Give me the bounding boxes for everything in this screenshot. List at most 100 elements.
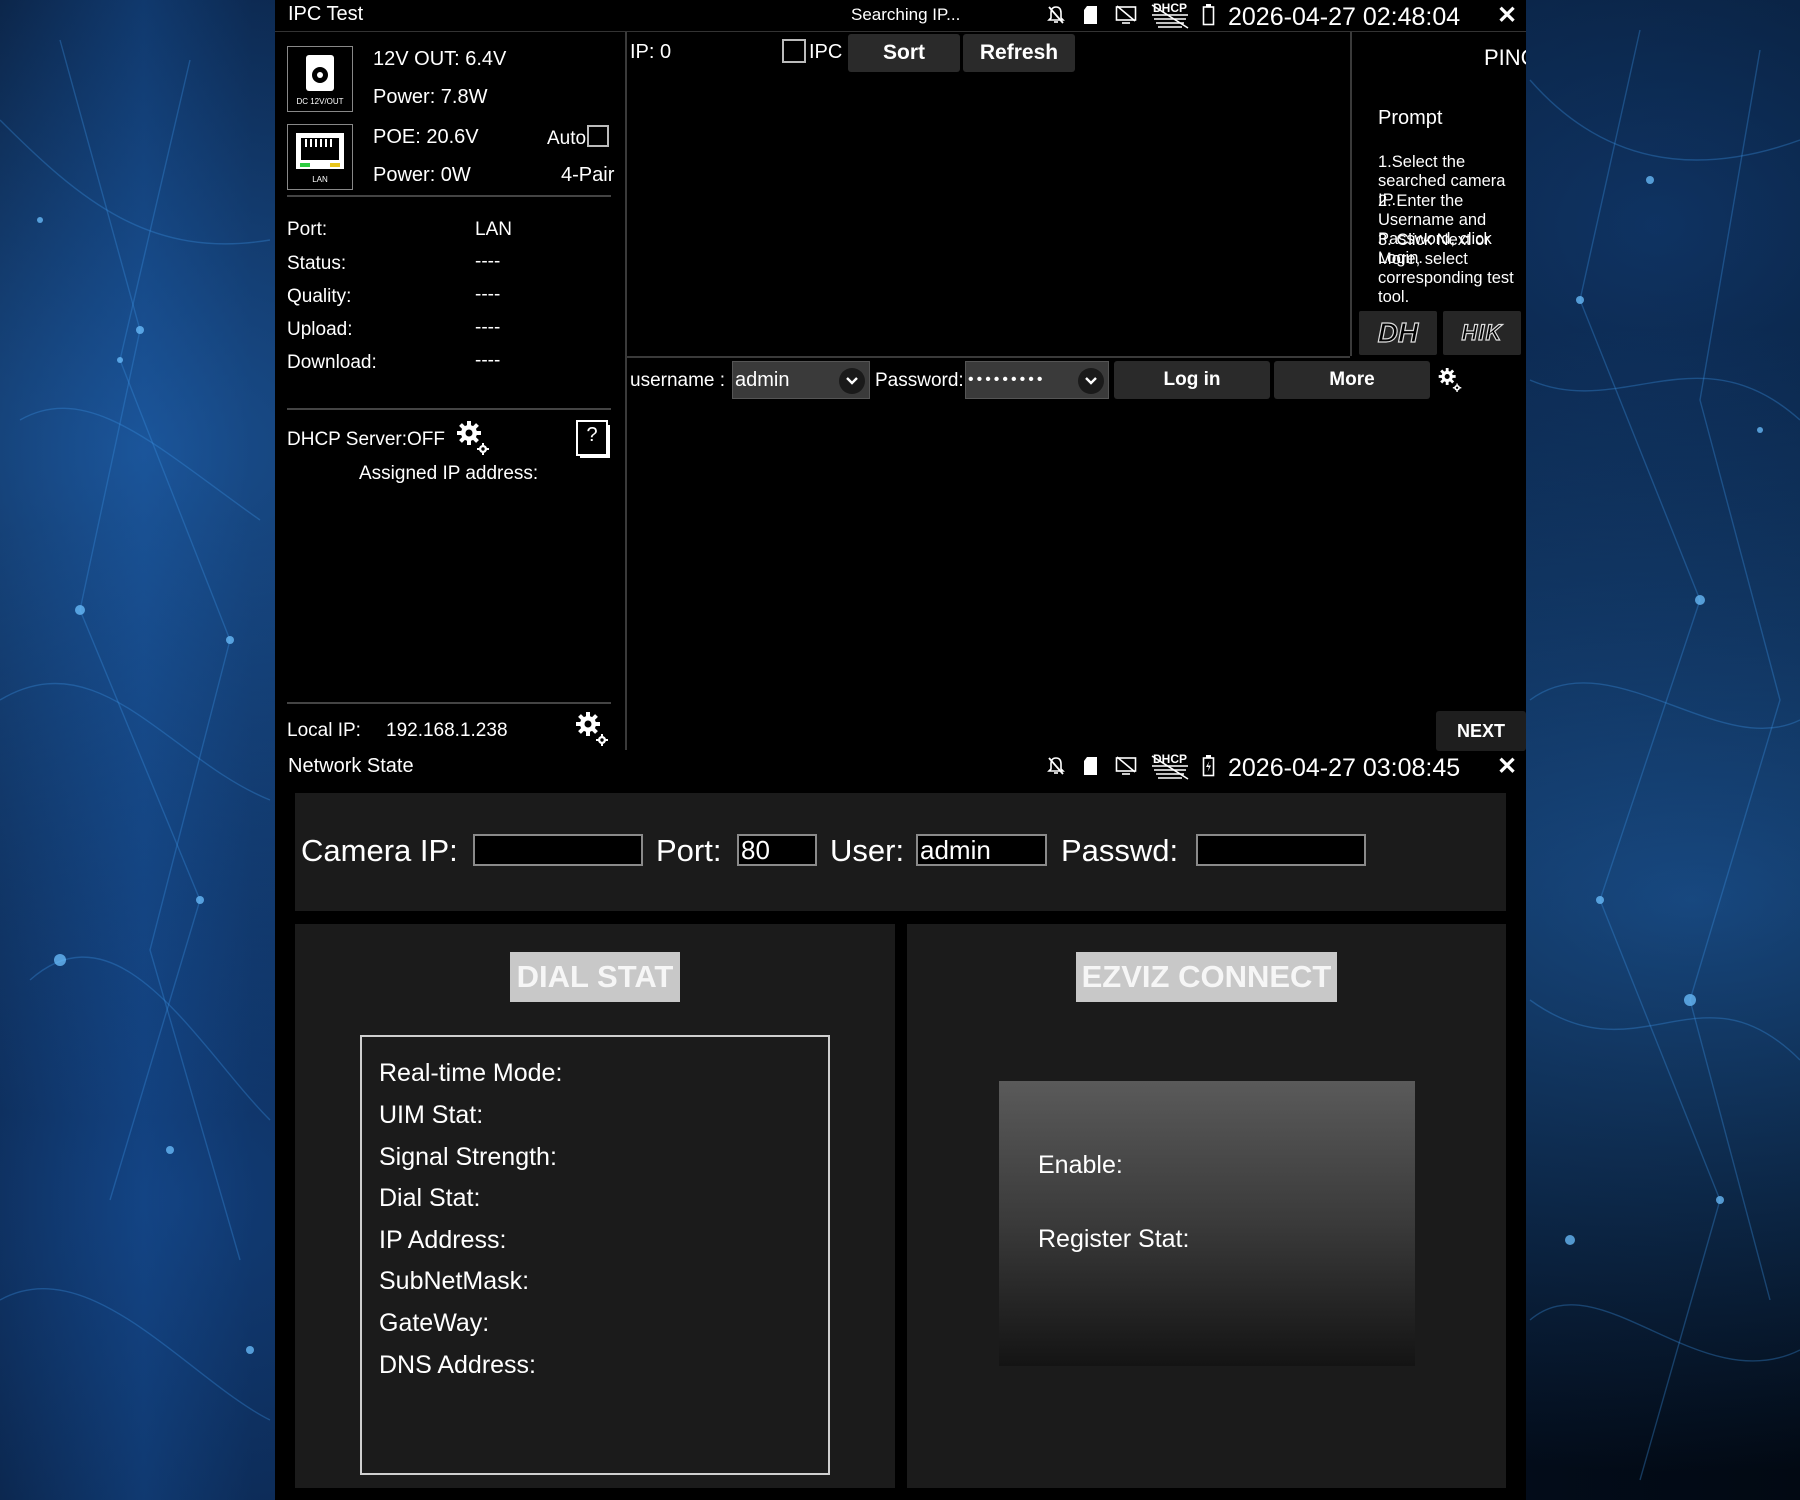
status-datetime: 2026-04-27 02:48:04 <box>1228 3 1461 31</box>
ip-count: IP: 0 <box>630 41 672 63</box>
ip-list[interactable] <box>627 76 1350 354</box>
dahua-logo-text: DH <box>1377 316 1419 348</box>
poe-voltage-value: POE: 20.6V <box>373 126 479 148</box>
help-glyph: ? <box>586 424 598 446</box>
dial-stat-box: Real-time Mode: UIM Stat: Signal Strengt… <box>360 1035 830 1475</box>
prompt-line: 3. Click Next or More, select correspond… <box>1378 231 1514 306</box>
ping-label: PING <box>1484 45 1526 70</box>
auto-checkbox[interactable] <box>587 125 609 147</box>
next-button[interactable]: NEXT <box>1436 711 1526 751</box>
camera-ip-input[interactable] <box>473 834 643 866</box>
poe-power-value: Power: 0W <box>373 164 471 186</box>
dc-icon-caption: DC 12V/OUT <box>296 97 344 106</box>
window-title: IPC Test <box>288 3 364 25</box>
divider <box>287 408 611 410</box>
ezviz-connect-button[interactable]: EZVIZ CONNECT <box>1076 952 1337 1002</box>
close-icon[interactable]: ✕ <box>1497 1 1517 30</box>
port-label: Port: <box>656 833 722 868</box>
download-label: Download: <box>287 352 377 373</box>
passwd-input[interactable] <box>1196 834 1366 866</box>
screen-off-icon <box>1115 4 1137 26</box>
passwd-label: Passwd: <box>1061 833 1179 868</box>
close-icon[interactable]: ✕ <box>1497 752 1517 781</box>
status-label: Status: <box>287 253 347 274</box>
dc-out-icon: DC 12V/OUT <box>287 46 353 112</box>
ezviz-panel: EZVIZ CONNECT Enable: Register Stat: <box>907 924 1506 1488</box>
status-value: ---- <box>475 251 501 272</box>
dial-stat-button[interactable]: DIAL STAT <box>510 952 680 1002</box>
battery-icon <box>1200 4 1216 26</box>
prompt-title: Prompt <box>1378 107 1443 129</box>
hikvision-brand-button[interactable]: HIK <box>1443 311 1521 355</box>
download-value: ---- <box>475 350 501 371</box>
app-screen: IPC Test Searching IP... DHCP 2026-04-27… <box>275 0 1526 1500</box>
dhcp-icon: DHCP <box>1148 1 1192 29</box>
12v-out-value: 12V OUT: 6.4V <box>373 48 507 70</box>
port-value: LAN <box>475 219 512 240</box>
real-time-mode-label: Real-time Mode: <box>379 1059 563 1087</box>
chevron-down-icon[interactable] <box>1078 368 1104 394</box>
refresh-button[interactable]: Refresh <box>963 34 1075 72</box>
hik-logo-text: HIK <box>1461 319 1503 345</box>
screen-off-icon <box>1115 755 1137 777</box>
ip-list-panel: IP: 0 IPC Sort Refresh <box>627 32 1350 358</box>
network-state-title: Network State <box>288 755 414 777</box>
auto-label: Auto <box>547 128 587 149</box>
chevron-down-icon[interactable] <box>839 368 865 394</box>
ipc-test-title-bar: IPC Test Searching IP... DHCP 2026-04-27… <box>275 0 1526 32</box>
12v-power-value: Power: 7.8W <box>373 86 488 108</box>
gateway-label: GateWay: <box>379 1309 490 1337</box>
login-settings-gear-icon[interactable] <box>1438 367 1462 398</box>
dhcp-server-status: DHCP Server:OFF <box>287 429 446 450</box>
username-combobox[interactable]: admin <box>732 361 870 399</box>
signal-strength-label: Signal Strength: <box>379 1143 557 1171</box>
divider <box>287 702 611 704</box>
ezviz-register-stat-label: Register Stat: <box>1038 1225 1190 1253</box>
quality-value: ---- <box>475 284 501 305</box>
ipc-filter-checkbox[interactable] <box>782 39 806 63</box>
quality-label: Quality: <box>287 286 352 307</box>
divider <box>287 195 611 197</box>
status-datetime: 2026-04-27 03:08:45 <box>1228 754 1461 782</box>
password-label: Password: <box>875 370 964 391</box>
local-ip-settings-gear-icon[interactable] <box>575 711 609 752</box>
user-input[interactable] <box>916 834 1047 866</box>
more-tools-button[interactable]: More <box>1274 361 1430 399</box>
local-ip-value: 192.168.1.238 <box>386 720 508 741</box>
password-value: ••••••••• <box>968 371 1046 388</box>
sd-card-icon <box>1080 755 1100 777</box>
dhcp-icon: DHCP <box>1148 752 1192 780</box>
uim-stat-label: UIM Stat: <box>379 1101 484 1129</box>
help-book-icon[interactable]: ? <box>575 419 611 459</box>
dns-address-label: DNS Address: <box>379 1351 537 1379</box>
power-port-panel: DC 12V/OUT 12V OUT: 6.4V Power: 7.8W LAN… <box>275 32 627 750</box>
camera-login-panel: Camera IP: Port: User: Passwd: <box>295 793 1506 911</box>
subnet-mask-label: SubNetMask: <box>379 1267 530 1295</box>
ezviz-status-box: Enable: Register Stat: <box>999 1081 1415 1366</box>
upload-label: Upload: <box>287 319 353 340</box>
port-input[interactable] <box>737 834 817 866</box>
ip-address-label: IP Address: <box>379 1226 507 1254</box>
dhcp-settings-gear-icon[interactable] <box>456 420 490 461</box>
battery-charging-icon <box>1200 755 1216 777</box>
port-label: Port: <box>287 219 328 240</box>
lan-icon-caption: LAN <box>312 175 328 184</box>
assigned-ip-label: Assigned IP address: <box>359 463 539 484</box>
user-label: User: <box>830 833 905 868</box>
sort-button[interactable]: Sort <box>848 34 960 72</box>
upload-value: ---- <box>475 317 501 338</box>
local-ip-label: Local IP: <box>287 720 361 741</box>
mute-bell-icon <box>1045 755 1067 777</box>
dahua-brand-button[interactable]: DH <box>1359 311 1437 355</box>
username-value: admin <box>735 368 790 391</box>
pair-mode-value: 4-Pair <box>561 164 615 186</box>
sd-card-icon <box>1080 4 1100 26</box>
password-combobox[interactable]: ••••••••• <box>965 361 1109 399</box>
username-label: username : <box>630 370 726 391</box>
ipc-filter-label: IPC <box>809 41 843 63</box>
dial-stat-label: Dial Stat: <box>379 1184 481 1212</box>
login-button[interactable]: Log in <box>1114 361 1270 399</box>
mute-bell-icon <box>1045 4 1067 26</box>
search-status: Searching IP... <box>851 5 961 24</box>
lan-port-icon: LAN <box>287 124 353 190</box>
